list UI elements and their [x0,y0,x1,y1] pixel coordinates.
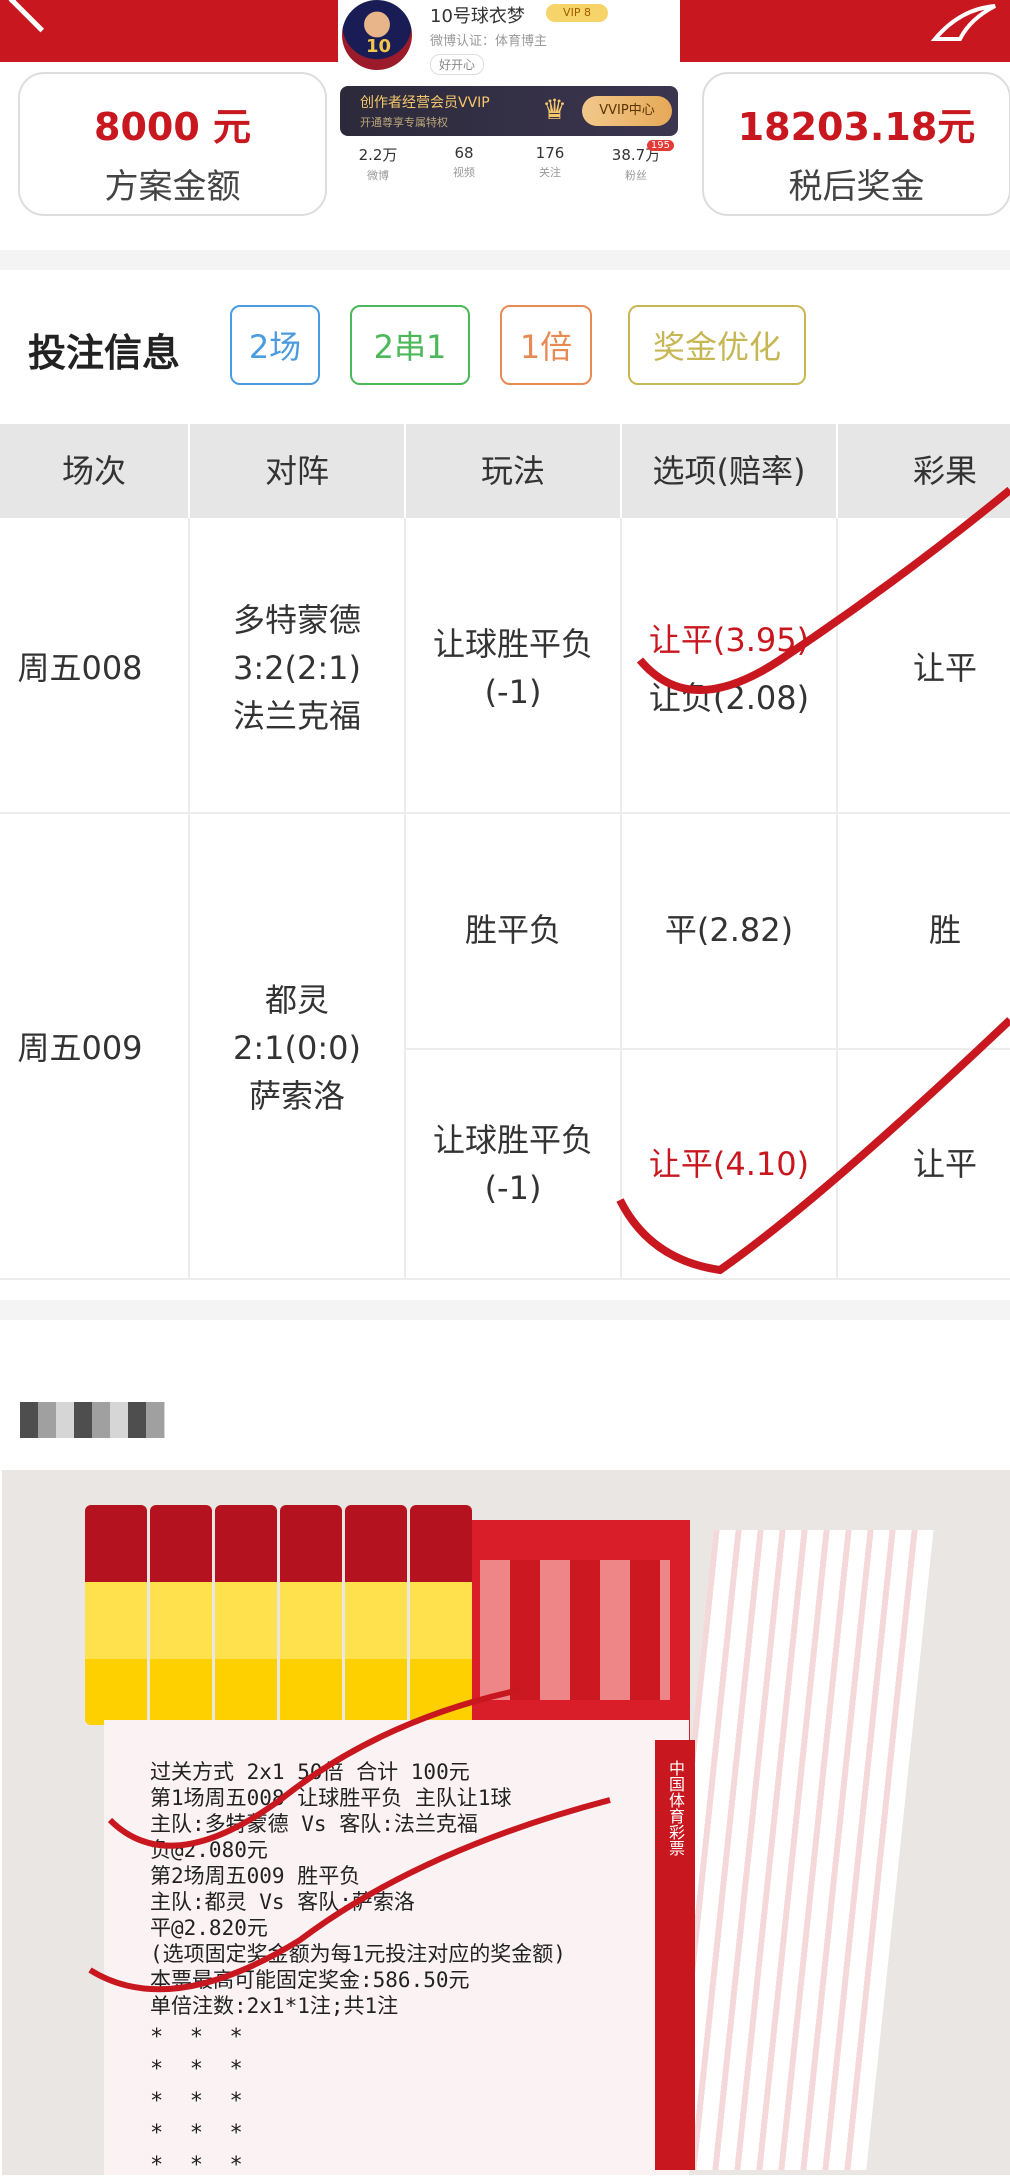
stat-video[interactable]: 68 视频 [424,144,504,180]
header-play-type: 玩法 [480,452,545,490]
after-tax-prize-label: 税后奖金 [788,167,925,207]
vip-center-button[interactable]: VVIP中心 [582,96,672,126]
after-tax-prize-value: 18203.18元 [737,105,976,149]
profile-name[interactable]: 10号球衣梦 [430,2,525,28]
ticket-stars: * * * * * * * * * * * * * * * [150,2025,243,2178]
row1-play-handicap: (-1) [484,673,542,711]
header-fixture: 对阵 [264,452,329,490]
row1-option-selected: 让平(3.95) [648,621,810,659]
section-divider [0,250,1010,270]
row2-play2: 让球胜平负 [432,1121,593,1159]
row2-score: 2:1(0:0) [233,1029,361,1067]
vip-banner[interactable]: 创作者经营会员VVIP 开通尊享专属特权 ♛ VVIP中心 [340,86,678,136]
row1-result: 让平 [912,649,977,687]
pixelated-title [20,1402,165,1438]
firecracker-sticker [410,1505,472,1725]
firecracker-sticker [85,1505,147,1725]
firecracker-sticker [280,1505,342,1725]
vip-banner-title: 创作者经营会员VVIP [360,95,490,111]
row2-option1: 平(2.82) [664,911,794,949]
row2-option2-selected: 让平(4.10) [648,1145,810,1183]
row2-play1: 胜平负 [464,911,561,949]
follow-status[interactable]: 好开心 [430,54,485,75]
section-divider-2 [0,1300,1010,1320]
row1-option-other: 让负(2.08) [648,679,810,717]
ticket-brand-strip: 中国体育彩票 [655,1740,695,2170]
fans-badge: 195 [646,140,674,151]
row2-match-no: 周五009 [17,1029,143,1067]
plan-amount-label: 方案金额 [104,167,241,207]
tag-prize-optimize: 奖金优化 [628,305,806,385]
mosaic-blur [480,1560,670,1700]
avatar[interactable]: 10 [342,0,412,70]
stat-following[interactable]: 176 关注 [510,144,590,180]
firecracker-sticker [215,1505,277,1725]
row1-away: 法兰克福 [232,697,361,735]
ticket-brand: 中国体育彩票 [666,1760,685,1856]
row1-match-no: 周五008 [17,649,143,687]
header-match-no: 场次 [61,452,126,490]
plan-amount-card: 8000 元 方案金额 [18,72,327,216]
after-tax-prize-card: 18203.18元 税后奖金 [702,72,1010,216]
tag-multiple: 1倍 [500,305,592,385]
profile-card[interactable]: 10 10号球衣梦 VIP 8 微博认证：体育博主 好开心 创作者经营会员VVI… [338,0,680,190]
stat-weibo[interactable]: 2.2万 微博 [338,144,418,183]
ticket-red-band [460,1520,690,1740]
plan-amount-value: 8000 元 [94,105,251,149]
row2-play2-handicap: (-1) [484,1169,542,1207]
row1-score: 3:2(2:1) [233,649,361,687]
firecracker-sticker [150,1505,212,1725]
tag-parlay: 2串1 [350,305,470,385]
tag-matches: 2场 [230,305,320,385]
ticket-line: 单倍注数:2x1*1注;共1注 [150,1994,399,2018]
profile-stats: 2.2万 微博 68 视频 176 关注 38.7万 粉丝 195 [338,140,680,190]
bet-info-title: 投注信息 [28,331,181,375]
row2-home: 都灵 [264,981,329,1019]
header-option-odds: 选项(赔率) [652,452,806,490]
firecracker-sticker [345,1505,407,1725]
vip-badge: VIP 8 [546,4,608,22]
row1-play: 让球胜平负 [432,625,593,663]
crown-icon: ♛ [542,93,568,126]
vip-banner-subtitle: 开通尊享专属特权 [360,116,448,129]
row2-result2: 让平 [912,1145,977,1183]
row2-away: 萨索洛 [248,1077,345,1115]
row2-result1: 胜 [928,911,961,949]
row1-home: 多特蒙德 [232,601,361,639]
avatar-number: 10 [366,36,392,57]
table-header: 场次 对阵 玩法 选项(赔率) 彩果 [0,424,1010,518]
brand-logo-icon [930,4,996,41]
header-result: 彩果 [912,452,977,490]
profile-certification: 微博认证：体育博主 [430,34,548,49]
